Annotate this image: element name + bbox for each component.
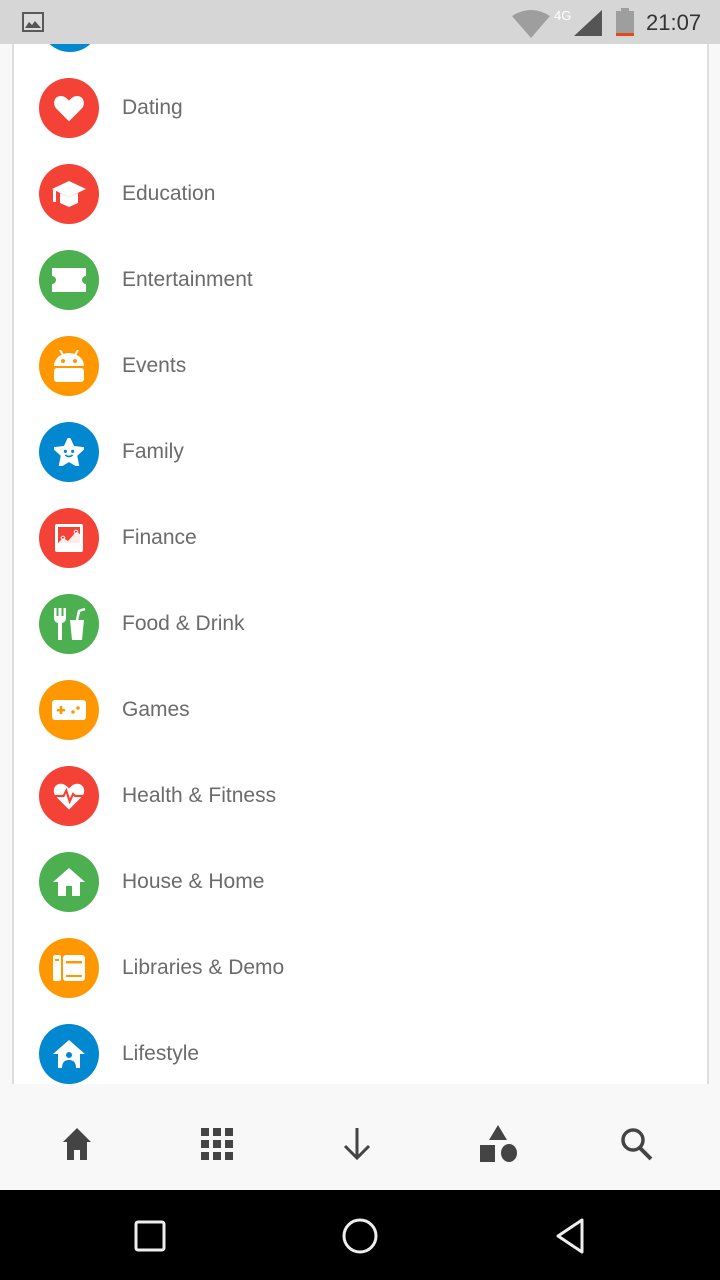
category-label: Education [122,182,216,205]
partial-category-icon [40,44,100,52]
clock: 21:07 [646,10,702,35]
category-item-dating[interactable]: Dating [14,65,707,151]
category-item-games[interactable]: Games [14,667,707,753]
android-icon [39,336,99,396]
category-item-libraries-demo[interactable]: Libraries & Demo [14,925,707,1011]
library-icon [39,938,99,998]
wifi-icon [512,10,550,38]
nav-apps-button[interactable] [193,1120,241,1168]
nav-downloads-button[interactable] [333,1120,381,1168]
heart-pulse-icon [39,766,99,826]
category-item-entertainment[interactable]: Entertainment [14,237,707,323]
heart-icon [39,78,99,138]
category-item-house-home[interactable]: House & Home [14,839,707,925]
category-label: Libraries & Demo [122,956,285,979]
category-item-health-fitness[interactable]: Health & Fitness [14,753,707,839]
network-type-label: 4G [554,8,572,23]
category-item-family[interactable]: Family [14,409,707,495]
category-label: Health & Fitness [122,784,277,807]
battery-icon [616,8,634,36]
category-label: Games [122,698,190,721]
star-face-icon [39,422,99,482]
grid-icon [201,1128,233,1160]
gallery-notification-icon [22,12,44,32]
category-item-finance[interactable]: Finance [14,495,707,581]
category-item-lifestyle[interactable]: Lifestyle [14,1011,707,1084]
signal-icon [574,10,602,36]
category-label: Events [122,354,187,377]
fork-cup-icon [39,594,99,654]
home-person-icon [39,1024,99,1084]
back-button[interactable] [546,1212,594,1260]
category-item-education[interactable]: Education [14,151,707,237]
nav-categories-button[interactable] [474,1120,522,1168]
shapes-icon [480,1125,517,1162]
circle-icon [342,1218,378,1254]
house-icon [39,852,99,912]
bottom-navigation [0,1084,720,1190]
recents-button[interactable] [126,1212,174,1260]
home-icon [63,1128,91,1160]
search-icon [621,1128,653,1161]
category-label: House & Home [122,870,265,893]
category-label: Entertainment [122,268,253,291]
category-item-food-drink[interactable]: Food & Drink [14,581,707,667]
category-list[interactable]: Dating Education Entertainment Events Fa… [12,44,709,1084]
status-bar: 4G 21:07 [0,0,720,44]
category-label: Family [122,440,184,463]
triangle-back-icon [556,1218,584,1254]
gamepad-icon [39,680,99,740]
category-item-events[interactable]: Events [14,323,707,409]
chart-image-icon [39,508,99,568]
ticket-icon [39,250,99,310]
arrow-down-icon [343,1128,371,1160]
category-label: Lifestyle [122,1042,200,1065]
category-label: Dating [122,96,183,119]
nav-home-button[interactable] [53,1120,101,1168]
system-navigation-bar [0,1190,720,1280]
category-label: Food & Drink [122,612,245,635]
nav-search-button[interactable] [613,1120,661,1168]
graduation-cap-icon [39,164,99,224]
square-icon [134,1220,166,1252]
category-label: Finance [122,526,197,549]
home-system-button[interactable] [336,1212,384,1260]
